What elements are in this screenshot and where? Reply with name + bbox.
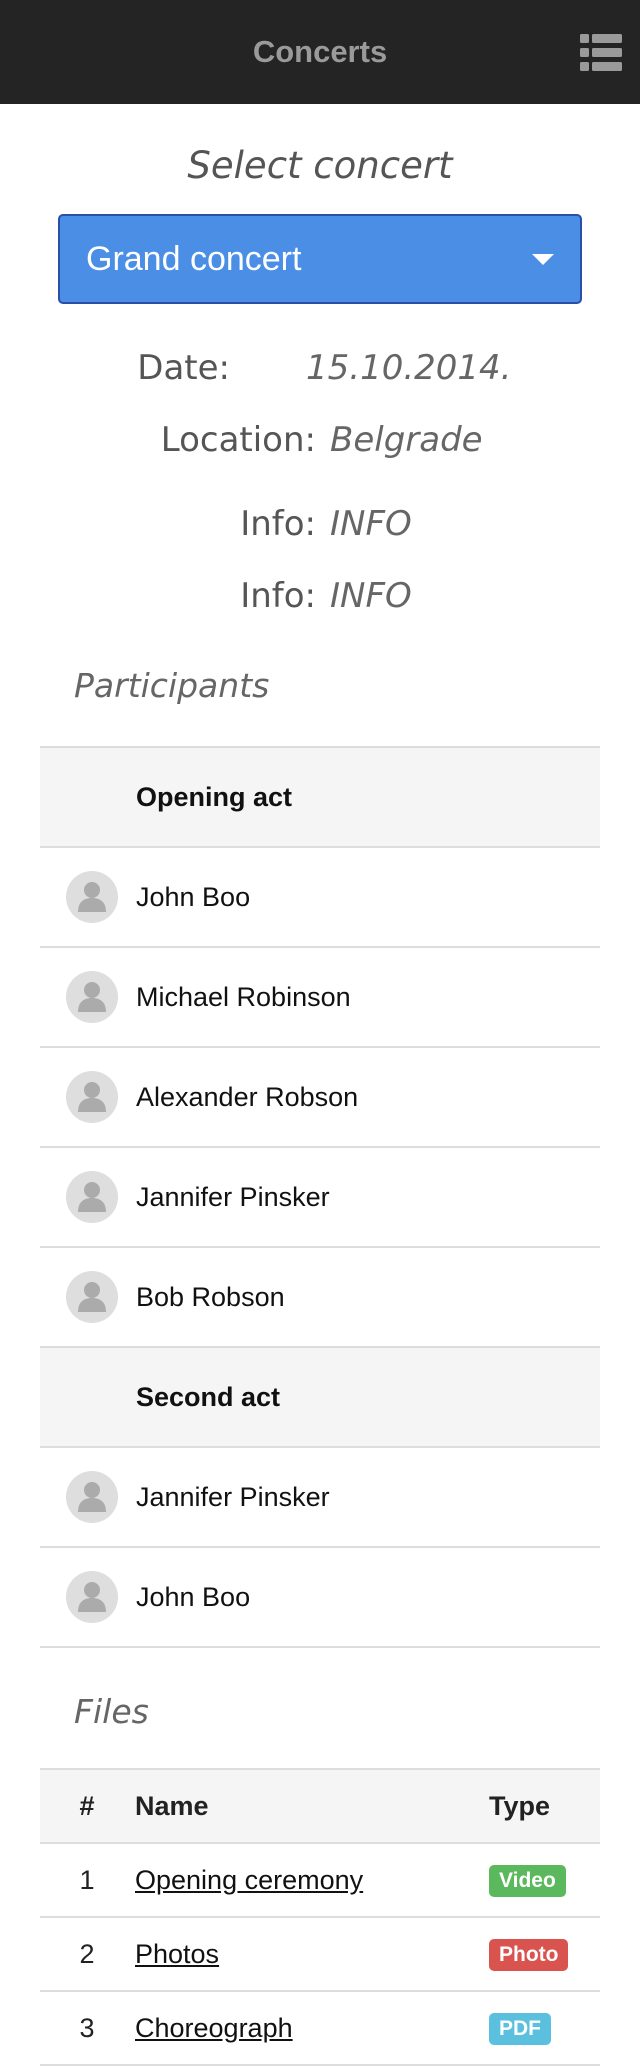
select-concert-heading: Select concert bbox=[187, 144, 453, 187]
detail-value: INFO bbox=[330, 576, 412, 616]
detail-value: Belgrade bbox=[330, 420, 483, 460]
detail-label: Info: bbox=[240, 504, 316, 544]
user-silhouette-icon bbox=[66, 871, 118, 923]
participant-name: Michael Robinson bbox=[136, 981, 351, 1012]
detail-date: Date: 15.10.2014. bbox=[0, 338, 640, 410]
act-title: Second act bbox=[136, 1381, 281, 1412]
file-type-badge: PDF bbox=[489, 2013, 551, 2045]
participant-name: Jannifer Pinsker bbox=[136, 1481, 330, 1512]
act-divider: Second act bbox=[40, 1348, 600, 1448]
detail-label: Info: bbox=[240, 576, 316, 616]
caret-down-icon bbox=[532, 253, 554, 265]
detail-label: Date: bbox=[137, 348, 230, 388]
concert-dropdown[interactable]: Grand concert bbox=[58, 214, 582, 304]
participant-item[interactable]: Alexander Robson bbox=[40, 1048, 600, 1148]
file-row: 1 Opening ceremony Video bbox=[40, 1843, 600, 1918]
participant-item[interactable]: Jannifer Pinsker bbox=[40, 1148, 600, 1248]
act-title: Opening act bbox=[136, 781, 293, 812]
file-name-cell: Photos bbox=[134, 1917, 488, 1992]
participant-name: Alexander Robson bbox=[136, 1081, 359, 1112]
user-silhouette-icon bbox=[66, 971, 118, 1023]
file-type-cell: Video bbox=[488, 1843, 600, 1918]
column-header-name: Name bbox=[134, 1768, 488, 1844]
participant-name: Bob Robson bbox=[136, 1281, 285, 1312]
participant-item[interactable]: John Boo bbox=[40, 848, 600, 948]
concert-details: Date: 15.10.2014. Location: Belgrade Inf… bbox=[0, 338, 640, 638]
user-silhouette-icon bbox=[66, 1271, 118, 1323]
detail-value: INFO bbox=[330, 504, 412, 544]
app-title: Concerts bbox=[252, 34, 388, 69]
file-number: 2 bbox=[40, 1917, 134, 1992]
detail-info: Info: INFO bbox=[0, 494, 640, 566]
participant-name: Jannifer Pinsker bbox=[136, 1181, 330, 1212]
participant-item[interactable]: Michael Robinson bbox=[40, 948, 600, 1048]
file-link[interactable]: Opening ceremony bbox=[135, 1865, 363, 1895]
file-type-badge: Video bbox=[489, 1865, 566, 1897]
file-name-cell: Opening ceremony bbox=[134, 1843, 488, 1918]
participant-name: John Boo bbox=[136, 881, 251, 912]
user-silhouette-icon bbox=[66, 1071, 118, 1123]
participant-item[interactable]: Jannifer Pinsker bbox=[40, 1448, 600, 1548]
user-silhouette-icon bbox=[66, 1571, 118, 1623]
column-header-number: # bbox=[40, 1768, 134, 1844]
participant-name: John Boo bbox=[136, 1581, 251, 1612]
detail-value: 15.10.2014. bbox=[306, 348, 512, 388]
concert-dropdown-value: Grand concert bbox=[86, 239, 302, 278]
files-table-header: # Name Type bbox=[40, 1768, 600, 1844]
participant-list: Opening act John Boo Michael Robinson Alexa… bbox=[40, 746, 600, 1648]
files-heading: Files bbox=[74, 1692, 149, 1731]
top-navbar: Concerts bbox=[0, 0, 640, 104]
file-type-cell: PDF bbox=[488, 1991, 600, 2066]
file-type-badge: Photo bbox=[489, 1939, 569, 1971]
file-name-cell: Choreograph bbox=[134, 1991, 488, 2066]
user-silhouette-icon bbox=[66, 1171, 118, 1223]
detail-location: Location: Belgrade bbox=[0, 410, 640, 482]
list-menu-icon[interactable] bbox=[580, 32, 622, 74]
file-row: 3 Choreograph PDF bbox=[40, 1991, 600, 2066]
participant-item[interactable]: John Boo bbox=[40, 1548, 600, 1648]
act-divider: Opening act bbox=[40, 748, 600, 848]
file-link[interactable]: Choreograph bbox=[135, 2013, 293, 2043]
file-number: 3 bbox=[40, 1991, 134, 2066]
file-type-cell: Photo bbox=[488, 1917, 600, 1992]
files-table: # Name Type 1 Opening ceremony Video 2 Photo… bbox=[40, 1768, 600, 2066]
detail-info: Info: INFO bbox=[0, 566, 640, 638]
detail-label: Location: bbox=[160, 420, 316, 460]
participants-heading: Participants bbox=[74, 666, 270, 705]
participant-item[interactable]: Bob Robson bbox=[40, 1248, 600, 1348]
user-silhouette-icon bbox=[66, 1471, 118, 1523]
column-header-type: Type bbox=[488, 1768, 600, 1844]
file-row: 2 Photos Photo bbox=[40, 1917, 600, 1992]
file-number: 1 bbox=[40, 1843, 134, 1918]
file-link[interactable]: Photos bbox=[135, 1939, 219, 1969]
